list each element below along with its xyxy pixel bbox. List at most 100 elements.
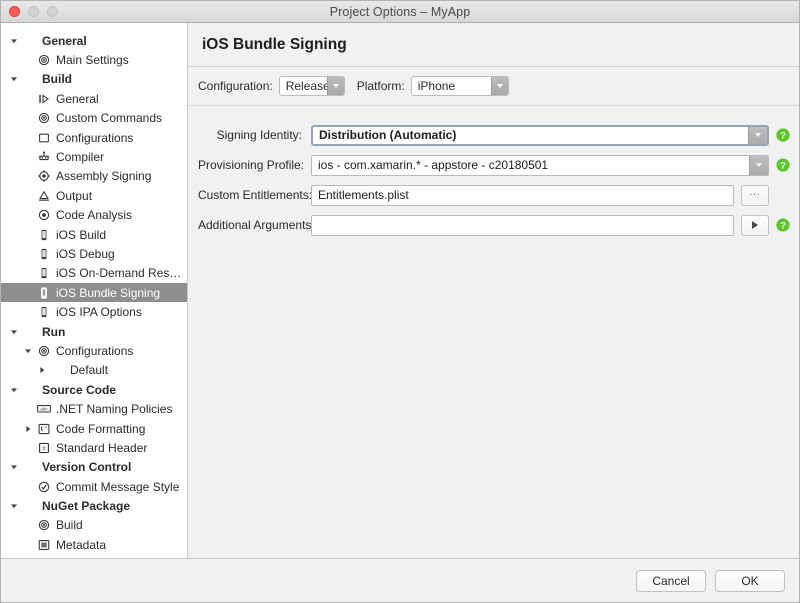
chevron-down-icon[interactable] xyxy=(327,77,344,95)
sidebar-item-standard-header[interactable]: # Standard Header xyxy=(1,438,187,457)
disclosure-down-icon[interactable] xyxy=(7,502,21,510)
disclosure-down-icon[interactable] xyxy=(7,37,21,45)
page-title: iOS Bundle Signing xyxy=(202,36,799,54)
chevron-down-icon[interactable] xyxy=(748,127,767,144)
provisioning-profile-value[interactable]: ios - com.xamarin.* - appstore - c201805… xyxy=(312,156,749,175)
sidebar-item-label: General xyxy=(42,34,87,48)
sidebar-item-assembly-signing[interactable]: Assembly Signing xyxy=(1,167,187,186)
sidebar-item-nuget-package[interactable]: NuGet Package xyxy=(1,496,187,515)
custom-entitlements-label: Custom Entitlements: xyxy=(198,188,311,202)
svg-text:#: # xyxy=(42,445,46,452)
help-icon[interactable]: ? xyxy=(776,218,790,232)
sidebar-item-configurations[interactable]: Configurations xyxy=(1,128,187,147)
signing-identity-dropdown[interactable]: Distribution (Automatic) xyxy=(311,125,769,146)
sidebar-item-label: Build xyxy=(42,72,72,86)
sidebar-item-build[interactable]: Build xyxy=(1,516,187,535)
custom-entitlements-input[interactable]: Entitlements.plist xyxy=(311,185,734,206)
svg-text:?: ? xyxy=(780,131,786,142)
sidebar-item-ios-bundle-signing[interactable]: iOS Bundle Signing xyxy=(1,283,187,302)
hash-icon: # xyxy=(35,442,52,454)
phone-icon xyxy=(35,306,52,318)
sidebar-item-code-analysis[interactable]: Code Analysis xyxy=(1,206,187,225)
cancel-button[interactable]: Cancel xyxy=(636,570,706,592)
disclosure-down-icon[interactable] xyxy=(7,328,21,336)
sidebar-item-ios-debug[interactable]: iOS Debug xyxy=(1,244,187,263)
sidebar-item-ios-on-demand-resources[interactable]: iOS On-Demand Resources xyxy=(1,264,187,283)
sidebar-item-main-settings[interactable]: Main Settings xyxy=(1,50,187,69)
form-row-additional-arguments: Additional Arguments:? xyxy=(188,210,799,240)
sidebar-item-label: iOS Bundle Signing xyxy=(56,286,160,300)
disclosure-down-icon[interactable] xyxy=(7,463,21,471)
sidebar-item-label: iOS Build xyxy=(56,228,106,242)
window-title: Project Options – MyApp xyxy=(330,5,471,19)
zoom-button[interactable] xyxy=(47,6,58,17)
disclosure-down-icon[interactable] xyxy=(21,347,35,355)
sidebar-item-label: Assembly Signing xyxy=(56,169,151,183)
phone-icon xyxy=(35,229,52,241)
gear-icon xyxy=(35,345,52,357)
sidebar-item-label: iOS On-Demand Resources xyxy=(56,266,183,280)
sidebar-item-commit-message-style[interactable]: Commit Message Style xyxy=(1,477,187,496)
compiler-icon xyxy=(35,151,52,163)
phone-icon xyxy=(35,248,52,260)
additional-arguments-input[interactable] xyxy=(311,215,734,236)
sidebar-item-ios-build[interactable]: iOS Build xyxy=(1,225,187,244)
gear-icon xyxy=(35,112,52,124)
sidebar-item-label: Main Settings xyxy=(56,53,129,67)
form-row-custom-entitlements: Custom Entitlements:Entitlements.plist..… xyxy=(188,180,799,210)
sidebar-item-label: NuGet Package xyxy=(42,499,130,513)
chevron-down-icon[interactable] xyxy=(749,156,768,175)
sidebar-item-source-code[interactable]: Source Code xyxy=(1,380,187,399)
sidebar-item-custom-commands[interactable]: Custom Commands xyxy=(1,109,187,128)
platform-value: iPhone xyxy=(412,77,491,95)
sidebar-item-general[interactable]: General xyxy=(1,89,187,108)
sidebar-item-version-control[interactable]: Version Control xyxy=(1,458,187,477)
form-row-provisioning-profile: Provisioning Profile:ios - com.xamarin.*… xyxy=(188,150,799,180)
disclosure-right-icon[interactable] xyxy=(35,366,49,374)
pane-header: iOS Bundle Signing xyxy=(188,23,799,67)
svg-text:?: ? xyxy=(780,161,786,172)
disclosure-down-icon[interactable] xyxy=(7,386,21,394)
ok-button[interactable]: OK xyxy=(715,570,785,592)
sidebar-item-configurations[interactable]: Configurations xyxy=(1,341,187,360)
minimize-button[interactable] xyxy=(28,6,39,17)
square-icon xyxy=(35,132,52,144)
sidebar-item-label: General xyxy=(56,92,99,106)
help-icon[interactable]: ? xyxy=(776,158,790,172)
close-button[interactable] xyxy=(9,6,20,17)
settings-sidebar[interactable]: General Main Settings Build General Custom C… xyxy=(1,23,188,558)
disclosure-right-icon[interactable] xyxy=(21,425,35,433)
sidebar-item-metadata[interactable]: Metadata xyxy=(1,535,187,554)
sidebar-item-ios-ipa-options[interactable]: iOS IPA Options xyxy=(1,302,187,321)
sidebar-item-output[interactable]: Output xyxy=(1,186,187,205)
svg-text:?: ? xyxy=(780,221,786,232)
sidebar-item-label: Output xyxy=(56,189,92,203)
browse-button[interactable]: ... xyxy=(741,185,769,206)
sidebar-item-net-naming-policies[interactable]: abc.NET Naming Policies xyxy=(1,399,187,418)
sidebar-item-general[interactable]: General xyxy=(1,31,187,50)
signing-identity-label: Signing Identity: xyxy=(198,128,311,142)
platform-dropdown[interactable]: iPhone xyxy=(411,76,509,96)
window-controls xyxy=(9,1,58,22)
metadata-icon xyxy=(35,539,52,551)
help-icon[interactable]: ? xyxy=(776,128,790,142)
chevron-down-icon[interactable] xyxy=(491,77,508,95)
disclosure-down-icon[interactable] xyxy=(7,75,21,83)
sidebar-item-compiler[interactable]: Compiler xyxy=(1,147,187,166)
signing-identity-value[interactable]: Distribution (Automatic) xyxy=(313,127,748,144)
sidebar-item-label: Configurations xyxy=(56,131,133,145)
sidebar-item-label: Build xyxy=(56,518,83,532)
sidebar-item-build[interactable]: Build xyxy=(1,70,187,89)
platform-label: Platform: xyxy=(357,79,405,93)
configuration-dropdown[interactable]: Release xyxy=(279,76,345,96)
dialog-footer: Cancel OK xyxy=(1,558,799,602)
sidebar-item-code-formatting[interactable]: Code Formatting xyxy=(1,419,187,438)
sidebar-item-label: Default xyxy=(70,363,108,377)
sidebar-item-label: Standard Header xyxy=(56,441,147,455)
sidebar-item-run[interactable]: Run xyxy=(1,322,187,341)
sidebar-item-default[interactable]: Default xyxy=(1,361,187,380)
custom-entitlements-value[interactable]: Entitlements.plist xyxy=(312,186,733,205)
additional-arguments-value[interactable] xyxy=(312,216,733,235)
provisioning-profile-dropdown[interactable]: ios - com.xamarin.* - appstore - c201805… xyxy=(311,155,769,176)
play-button[interactable] xyxy=(741,215,769,236)
